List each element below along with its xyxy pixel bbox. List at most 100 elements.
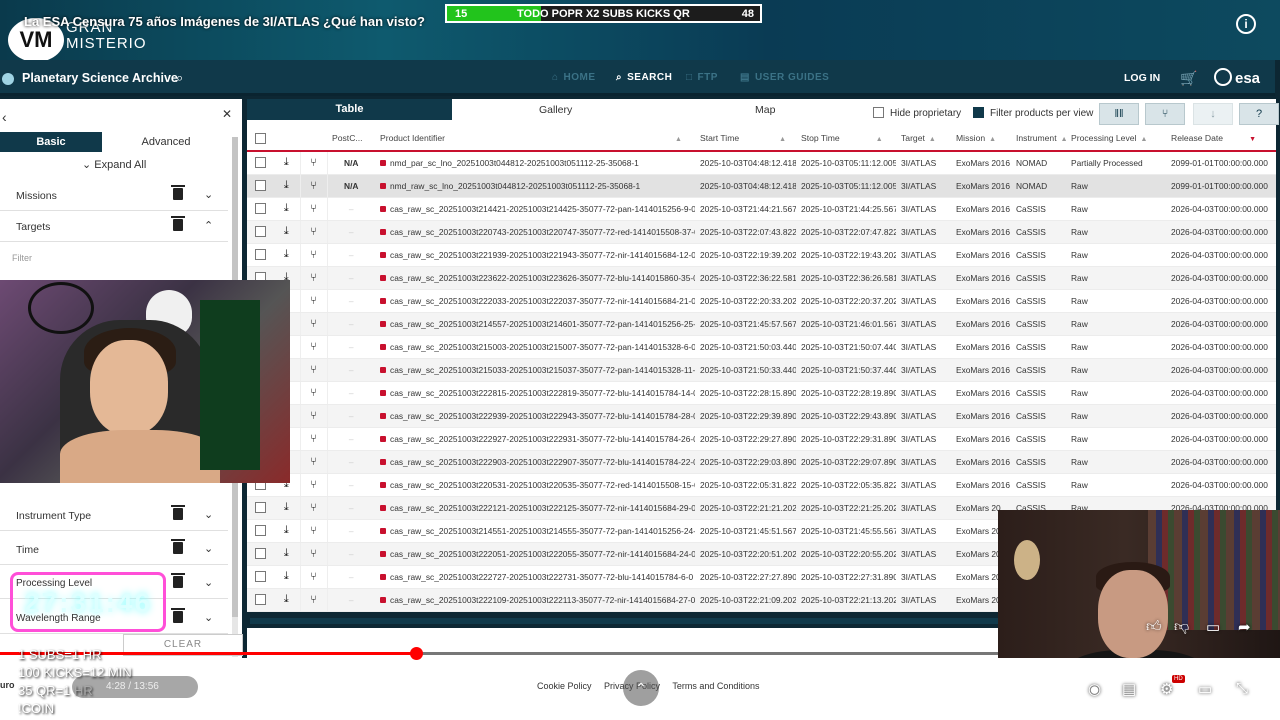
- filter-instrument-type[interactable]: Instrument Type ⌄: [0, 501, 228, 531]
- sort-desc-icon[interactable]: ▼: [1249, 136, 1256, 143]
- product-id-cell[interactable]: cas_raw_sc_20251003t214551-20251003t2145…: [375, 519, 695, 543]
- filter-missions[interactable]: Missions ⌄: [0, 181, 228, 211]
- column-header[interactable]: Release Date ▼: [1166, 126, 1276, 152]
- product-id-cell[interactable]: cas_raw_sc_20251003t222033-20251003t2220…: [375, 289, 695, 313]
- product-id-cell[interactable]: cas_raw_sc_20251003t222121-20251003t2221…: [375, 496, 695, 520]
- product-id-cell[interactable]: cas_raw_sc_20251003t214421-20251003t2144…: [375, 197, 695, 221]
- collapse-all-icon[interactable]: ✕: [222, 107, 232, 121]
- column-header[interactable]: Start Time ▲: [695, 126, 796, 152]
- table-row[interactable]: ⤓⑂–cas_raw_sc_20251003t222903-20251003t2…: [247, 450, 1276, 474]
- tab-table[interactable]: Table: [247, 99, 452, 120]
- product-id-cell[interactable]: nmd_par_sc_lno_20251003t044812-20251003t…: [375, 151, 695, 175]
- autoplay-toggle-icon[interactable]: ◉: [1088, 680, 1101, 698]
- product-id-cell[interactable]: cas_raw_sc_20251003t222051-20251003t2220…: [375, 542, 695, 566]
- share-icon[interactable]: ⑂: [300, 358, 328, 382]
- filter-time[interactable]: Time ⌄: [0, 535, 228, 565]
- chevron-up-icon[interactable]: ⌃: [204, 219, 213, 232]
- share-icon[interactable]: ⑂: [300, 519, 328, 543]
- share-icon[interactable]: ⑂: [300, 404, 328, 428]
- share-icon[interactable]: ⑂: [300, 542, 328, 566]
- download-icon[interactable]: ⤓: [273, 496, 301, 520]
- table-row[interactable]: ⤓⑂–cas_raw_sc_20251003t215033-20251003t2…: [247, 358, 1276, 382]
- product-id-cell[interactable]: cas_raw_sc_20251003t214557-20251003t2146…: [375, 312, 695, 336]
- hide-proprietary-checkbox[interactable]: Hide proprietary: [873, 107, 961, 119]
- table-row[interactable]: ⤓⑂–cas_raw_sc_20251003t222939-20251003t2…: [247, 404, 1276, 428]
- video-title[interactable]: La ESA Censura 75 años Imágenes de 3I/AT…: [24, 14, 425, 29]
- select-all-checkbox[interactable]: [247, 126, 273, 152]
- share-icon[interactable]: ⑂: [300, 381, 328, 405]
- share-icon[interactable]: ⑂: [300, 473, 328, 497]
- settings-gear-icon[interactable]: ⚙: [1160, 680, 1173, 698]
- table-row[interactable]: ⤓ ⑂ – cas_raw_sc_20251003t223622-20251003t2…: [247, 266, 1276, 290]
- table-row[interactable]: ⤓ ⑂ – cas_raw_sc_20251003t220531-20251003t2…: [247, 473, 1276, 497]
- tab-map[interactable]: Map: [755, 104, 775, 116]
- product-id-cell[interactable]: cas_raw_sc_20251003t215033-20251003t2150…: [375, 358, 695, 382]
- trash-icon[interactable]: [171, 185, 185, 200]
- sort-icon[interactable]: ▲: [1140, 136, 1147, 143]
- row-checkbox[interactable]: [247, 542, 273, 566]
- sort-icon[interactable]: ▲: [1061, 136, 1066, 143]
- esa-logo[interactable]: esa: [1214, 68, 1260, 87]
- filter-per-view-checkbox[interactable]: Filter products per view: [973, 107, 1093, 119]
- collapse-sidebar-icon[interactable]: ‹: [2, 109, 7, 125]
- download-icon[interactable]: ⤓: [273, 519, 301, 543]
- column-header[interactable]: Product Identifier ▲: [375, 126, 695, 152]
- row-checkbox[interactable]: [247, 565, 273, 589]
- product-id-cell[interactable]: cas_raw_sc_20251003t222815-20251003t2228…: [375, 381, 695, 405]
- row-checkbox[interactable]: [247, 519, 273, 543]
- sort-icon[interactable]: ▲: [876, 136, 883, 143]
- share-icon[interactable]: ⑂: [300, 427, 328, 451]
- share-icon[interactable]: ⑂: [300, 151, 328, 175]
- table-row[interactable]: ⤓ ⑂ – cas_raw_sc_20251003t214421-20251003t2…: [247, 197, 1276, 221]
- download-icon[interactable]: ⤓: [273, 220, 301, 244]
- column-header[interactable]: Processing Level ▲: [1066, 126, 1166, 152]
- chevron-down-icon[interactable]: ⌄: [204, 188, 213, 201]
- expand-all-button[interactable]: ⌄ Expand All: [82, 158, 146, 171]
- tab-basic[interactable]: Basic: [0, 132, 102, 152]
- filter-targets[interactable]: Targets ⌃: [0, 212, 228, 242]
- cast-icon[interactable]: ▭: [1198, 680, 1212, 698]
- help-button[interactable]: ?: [1239, 103, 1279, 125]
- trash-icon[interactable]: [171, 539, 185, 554]
- like-icon[interactable]: 👍︎: [1146, 618, 1162, 636]
- product-id-cell[interactable]: cas_raw_sc_20251003t220531-20251003t2205…: [375, 473, 695, 497]
- column-header[interactable]: Instrument ▲: [1011, 126, 1066, 152]
- column-header[interactable]: PostC...: [327, 126, 375, 152]
- chevron-down-icon[interactable]: ⌄: [204, 611, 213, 624]
- product-id-cell[interactable]: cas_raw_sc_20251003t220743-20251003t2207…: [375, 220, 695, 244]
- row-checkbox[interactable]: [247, 496, 273, 520]
- table-row[interactable]: ⤓⑂–cas_raw_sc_20251003t222033-20251003t2…: [247, 289, 1276, 313]
- share-icon[interactable]: ⑂: [300, 174, 328, 198]
- product-id-cell[interactable]: cas_raw_sc_20251003t215003-20251003t2150…: [375, 335, 695, 359]
- share-button[interactable]: ⑂: [1145, 103, 1185, 125]
- share-icon[interactable]: ⑂: [300, 496, 328, 520]
- share-icon[interactable]: ⑂: [300, 197, 328, 221]
- product-id-cell[interactable]: cas_raw_sc_20251003t222903-20251003t2229…: [375, 450, 695, 474]
- sort-icon[interactable]: ▲: [989, 136, 996, 143]
- chevron-down-icon[interactable]: ⌄: [204, 542, 213, 555]
- comment-icon[interactable]: ▭: [1206, 618, 1220, 636]
- row-checkbox[interactable]: [247, 174, 273, 198]
- target-filter-input[interactable]: Filter: [12, 253, 32, 263]
- table-row[interactable]: ⤓⑂–cas_raw_sc_20251003t222927-20251003t2…: [247, 427, 1276, 451]
- table-row[interactable]: ⤓⑂–cas_raw_sc_20251003t214557-20251003t2…: [247, 312, 1276, 336]
- product-id-cell[interactable]: cas_raw_sc_20251003t222109-20251003t2221…: [375, 588, 695, 612]
- share-icon[interactable]: ⑂: [300, 565, 328, 589]
- login-button[interactable]: LOG IN: [1124, 72, 1160, 84]
- download-icon[interactable]: ⤓: [273, 151, 301, 175]
- sort-icon[interactable]: ▲: [675, 136, 682, 143]
- row-checkbox[interactable]: [247, 588, 273, 612]
- video-scrubber[interactable]: [410, 647, 423, 660]
- share-icon[interactable]: ⑂: [300, 243, 328, 267]
- chevron-down-icon[interactable]: ⌄: [204, 508, 213, 521]
- product-id-cell[interactable]: cas_raw_sc_20251003t222727-20251003t2227…: [375, 565, 695, 589]
- columns-button[interactable]: ‖‖: [1099, 103, 1139, 125]
- table-row[interactable]: ⤓ ⑂ N/A nmd_raw_sc_lno_20251003t044812-2025…: [247, 174, 1276, 198]
- download-icon[interactable]: ⤓: [273, 542, 301, 566]
- share-icon[interactable]: ⑂: [300, 312, 328, 336]
- column-header[interactable]: Mission ▲: [951, 126, 1011, 152]
- share-icon[interactable]: ⑂: [300, 335, 328, 359]
- product-id-cell[interactable]: cas_raw_sc_20251003t223622-20251003t2236…: [375, 266, 695, 290]
- psa-title[interactable]: Planetary Science Archive: [22, 71, 178, 85]
- horizontal-scrollbar-thumb[interactable]: [250, 618, 998, 624]
